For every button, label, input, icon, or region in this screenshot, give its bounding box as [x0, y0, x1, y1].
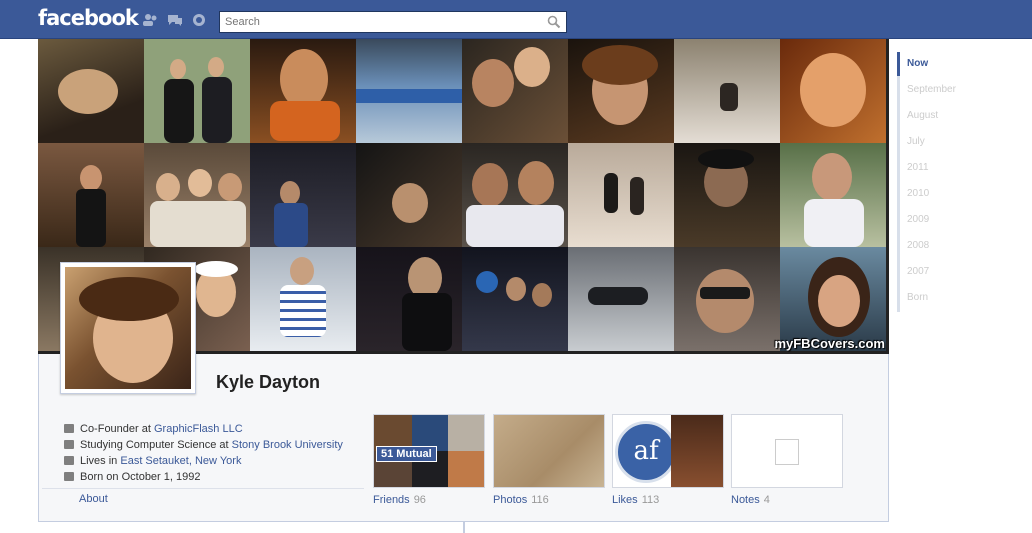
friends-count: 96	[413, 494, 426, 506]
cover-photo-tile	[462, 39, 568, 143]
cover-photo-tile	[38, 39, 144, 143]
photos-link[interactable]: Photos	[493, 494, 527, 506]
note-icon	[775, 439, 799, 465]
cover-photo-tile	[780, 39, 886, 143]
cover-photo-tile	[144, 143, 250, 247]
location-text: Lives in	[80, 455, 121, 467]
work-link[interactable]: GraphicFlash LLC	[154, 423, 243, 435]
location-info: Lives in East Setauket, New York	[64, 453, 364, 469]
likes-box[interactable]: af	[612, 414, 724, 488]
timeline-item-now[interactable]: Now	[897, 52, 987, 78]
cover-photo-tile	[356, 39, 462, 143]
cover-watermark: myFBCovers.com	[774, 336, 885, 351]
facebook-logo[interactable]: facebook	[38, 6, 139, 30]
search-box	[219, 11, 567, 33]
cover-photo-tile	[38, 143, 144, 247]
cover-photo-tile	[568, 247, 674, 351]
profile-photo-image	[65, 267, 191, 389]
timeline-item-july[interactable]: July	[897, 130, 987, 156]
cover-photo-tile	[674, 39, 780, 143]
notes-box[interactable]	[731, 414, 843, 488]
graduation-cap-icon	[64, 440, 74, 449]
timeline-item-2009[interactable]: 2009	[897, 208, 987, 234]
profile-name[interactable]: Kyle Dayton	[216, 372, 320, 393]
home-icon	[64, 456, 74, 465]
location-state-link[interactable]: , New York	[189, 455, 242, 467]
birthday-text: Born on October 1, 1992	[80, 471, 201, 483]
timeline-item-born[interactable]: Born	[897, 286, 987, 312]
profile-info-list: Co-Founder at GraphicFlash LLC Studying …	[64, 421, 364, 485]
education-info: Studying Computer Science at Stony Brook…	[64, 437, 364, 453]
timeline-spine	[463, 522, 465, 533]
cover-photo-tile	[674, 143, 780, 247]
friend-requests-icon[interactable]	[142, 13, 158, 27]
friends-label[interactable]: Friends 96	[373, 494, 426, 506]
location-link[interactable]: East Setauket	[120, 455, 189, 467]
about-link[interactable]: About	[79, 493, 108, 505]
work-text: Co-Founder at	[80, 423, 154, 435]
profile-picture[interactable]	[60, 262, 196, 394]
cover-photo-tile	[250, 247, 356, 351]
likes-link[interactable]: Likes	[612, 494, 638, 506]
education-link[interactable]: Stony Brook University	[232, 439, 343, 451]
cover-photo-tile	[568, 143, 674, 247]
cover-photo-tile	[462, 143, 568, 247]
cover-photo-tile	[356, 143, 462, 247]
notes-link[interactable]: Notes	[731, 494, 760, 506]
cover-photo-tile	[462, 247, 568, 351]
timeline-item-august[interactable]: August	[897, 104, 987, 130]
cover-photo-tile	[250, 39, 356, 143]
friends-box[interactable]: 51 Mutual	[373, 414, 485, 488]
timeline-item-2007[interactable]: 2007	[897, 260, 987, 286]
notifications-icon[interactable]	[191, 13, 207, 27]
top-navigation-bar: facebook	[0, 0, 1032, 39]
cover-photo-tile	[144, 39, 250, 143]
divider	[42, 488, 364, 489]
search-input[interactable]	[220, 12, 530, 32]
timeline-item-september[interactable]: September	[897, 78, 987, 104]
timeline-navigation: Now September August July 2011 2010 2009…	[897, 52, 987, 312]
cover-photo-tile	[674, 247, 780, 351]
cover-photo-tile	[356, 247, 462, 351]
work-info: Co-Founder at GraphicFlash LLC	[64, 421, 364, 437]
search-icon[interactable]	[547, 15, 561, 29]
notes-label[interactable]: Notes 4	[731, 494, 770, 506]
messages-icon[interactable]	[166, 13, 184, 27]
photos-count: 116	[531, 494, 549, 506]
cover-photo-tile	[780, 143, 886, 247]
friends-link[interactable]: Friends	[373, 494, 410, 506]
cover-photo-tile	[250, 143, 356, 247]
timeline-item-2011[interactable]: 2011	[897, 156, 987, 182]
logo-text: af	[633, 436, 659, 466]
graphicflash-logo: af	[615, 421, 677, 483]
notes-count: 4	[763, 494, 770, 506]
likes-count: 113	[641, 494, 660, 506]
birthday-info: Born on October 1, 1992	[64, 469, 364, 485]
cover-photo-tile	[568, 39, 674, 143]
photos-box[interactable]	[493, 414, 605, 488]
photos-label[interactable]: Photos 116	[493, 494, 549, 506]
likes-label[interactable]: Likes 113	[612, 494, 659, 506]
mutual-friends-badge: 51 Mutual	[376, 446, 437, 462]
education-text: Studying Computer Science at	[80, 439, 232, 451]
timeline-item-2008[interactable]: 2008	[897, 234, 987, 260]
calendar-icon	[64, 472, 74, 481]
timeline-item-2010[interactable]: 2010	[897, 182, 987, 208]
briefcase-icon	[64, 424, 74, 433]
